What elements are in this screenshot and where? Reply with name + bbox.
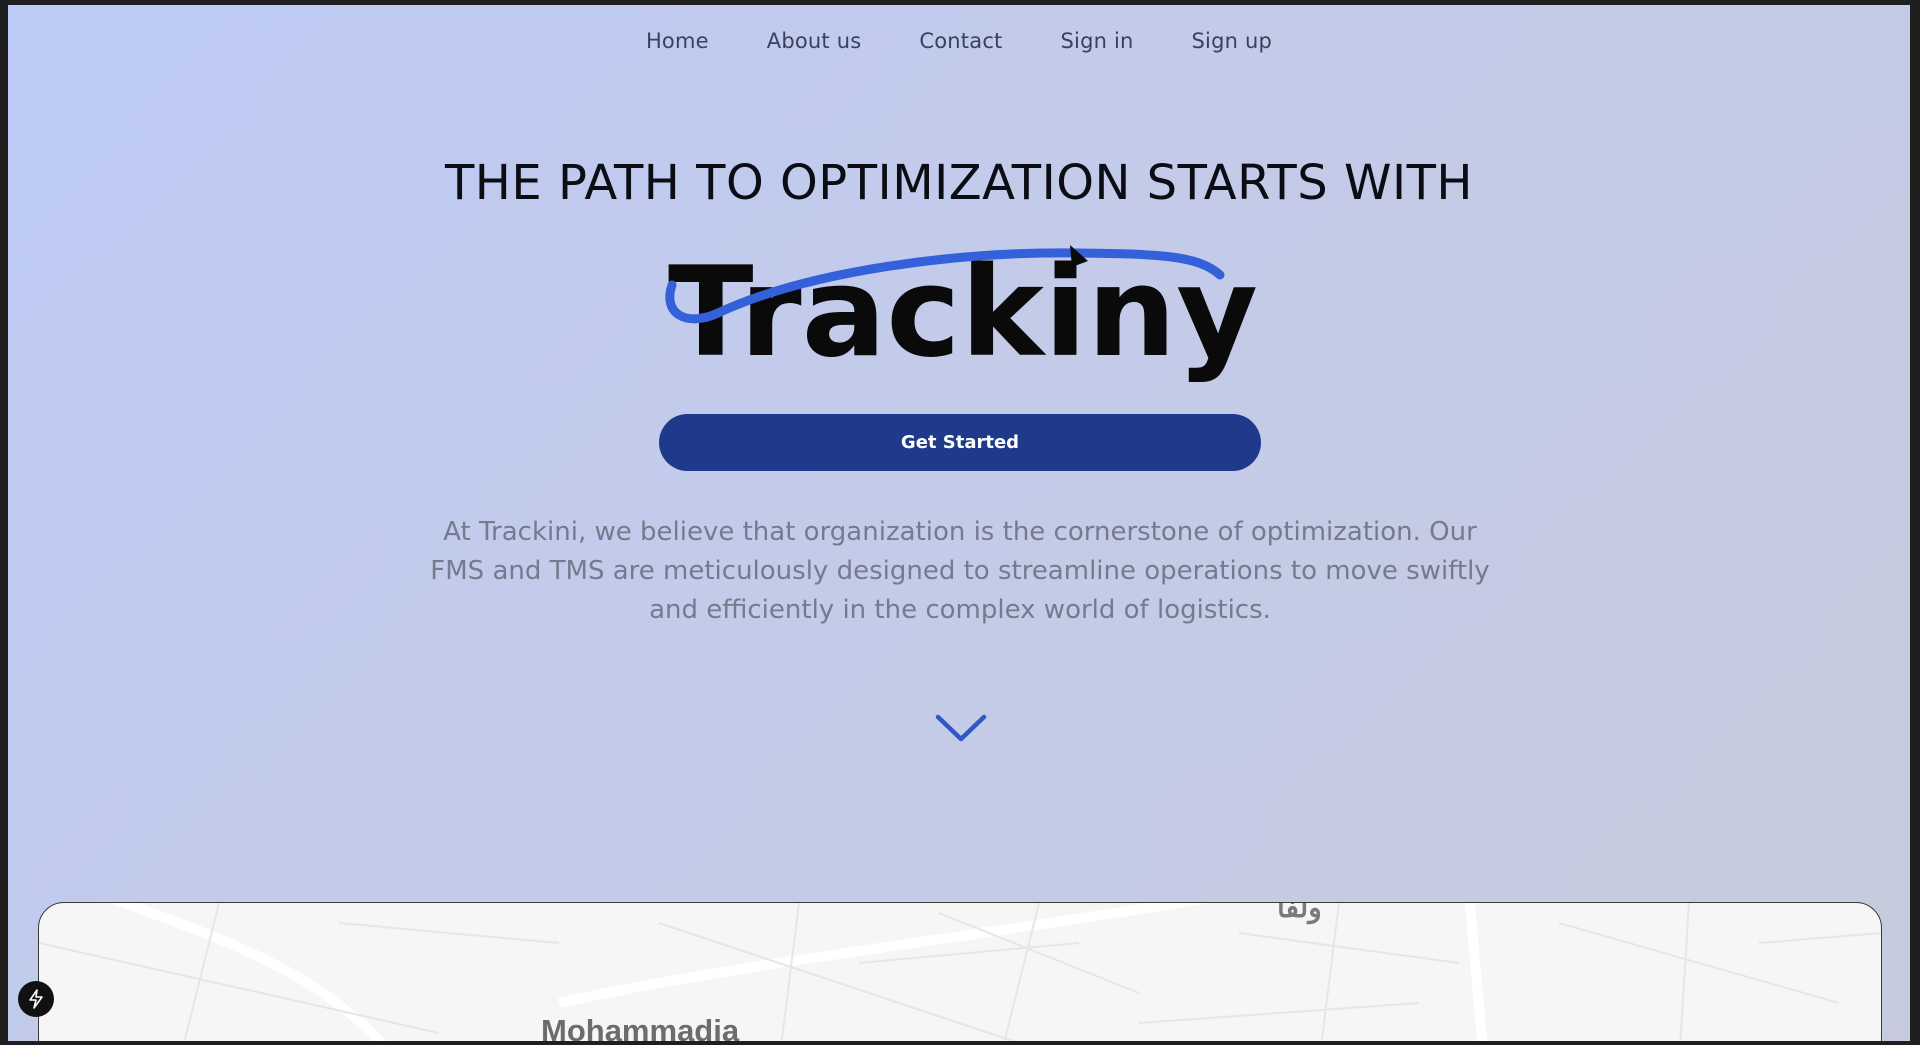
get-started-button[interactable]: Get Started	[659, 414, 1261, 471]
nav-home[interactable]: Home	[617, 29, 738, 53]
nav-sign-in[interactable]: Sign in	[1032, 29, 1163, 53]
hero-headline: THE PATH TO OPTIMIZATION STARTS WITH	[444, 155, 1474, 211]
map-preview[interactable]: ولفا Mohammadia	[38, 902, 1882, 1041]
trackiny-logo: Trackiny	[665, 241, 1258, 385]
nav-about-us[interactable]: About us	[738, 29, 891, 53]
map-city-label: Mohammadia	[541, 1013, 740, 1041]
top-nav: Home About us Contact Sign in Sign up	[8, 29, 1910, 53]
chevron-down-icon[interactable]	[934, 711, 988, 745]
page-frame: Home About us Contact Sign in Sign up TH…	[8, 5, 1910, 1041]
bolt-icon[interactable]	[18, 981, 54, 1017]
logo-text: Trackiny	[668, 241, 1258, 385]
map-area-label: ولفا	[1277, 902, 1322, 923]
hero-description: At Trackini, we believe that organizatio…	[430, 517, 1490, 625]
nav-sign-up[interactable]: Sign up	[1163, 29, 1302, 53]
map-roads	[39, 903, 1881, 1041]
nav-contact[interactable]: Contact	[890, 29, 1031, 53]
